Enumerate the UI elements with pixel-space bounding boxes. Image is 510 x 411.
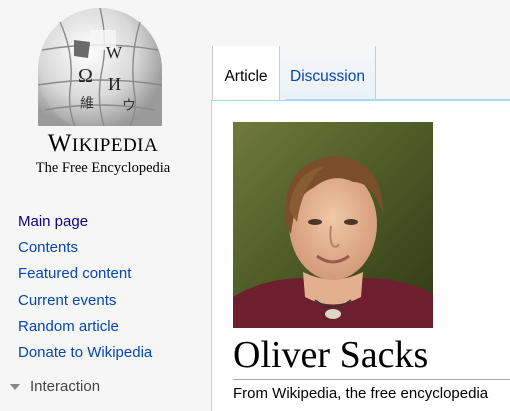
wordmark-text: WIKIPEDIA [47, 130, 159, 157]
sidebar-section-interaction[interactable]: Interaction [10, 378, 100, 395]
sidebar-item-label[interactable]: Main page [18, 213, 88, 230]
sidebar-item-label[interactable]: Donate to Wikipedia [18, 344, 152, 361]
page-title: Oliver Sacks [233, 334, 429, 376]
globe-glyph: W [106, 43, 123, 62]
tab-article[interactable]: Article [212, 46, 280, 100]
title-divider [233, 379, 510, 380]
sidebar-item-main-page[interactable]: Main page [18, 213, 88, 230]
sidebar-item-cut-off[interactable] [34, 403, 64, 409]
globe-glyph: 維 [80, 96, 94, 112]
page-subtitle: From Wikipedia, the free encyclopedia [233, 385, 489, 402]
sidebar-item-current-events[interactable]: Current events [18, 292, 116, 309]
sidebar-item-label[interactable]: Featured content [18, 265, 131, 282]
wikipedia-logo[interactable]: Ω W И 維 ウ WIKIPEDIA The Free Encyclopedi… [0, 0, 206, 196]
sidebar-item-label[interactable]: Random article [18, 318, 119, 335]
article-content: Oliver Sacks From Wikipedia, the free en… [211, 100, 510, 411]
globe-glyph: Ω [78, 65, 93, 87]
sidebar-section-label: Interaction [30, 378, 101, 395]
wikipedia-tagline: The Free Encyclopedia [35, 160, 171, 176]
sidebar-item-contents[interactable]: Contents [18, 239, 78, 256]
puzzle-globe-icon: Ω W И 維 ウ [37, 7, 163, 126]
tab-label: Article [224, 68, 268, 85]
portrait-image[interactable] [233, 122, 433, 328]
sidebar-item-random-article[interactable]: Random article [18, 318, 119, 335]
sidebar-item-featured-content[interactable]: Featured content [18, 265, 131, 282]
globe-glyph: ウ [122, 98, 136, 114]
page-tabs: Article Discussion [206, 46, 510, 102]
tab-label: Discussion [290, 68, 365, 85]
tab-discussion[interactable]: Discussion [280, 46, 376, 100]
wikipedia-wordmark: WIKIPEDIA [0, 130, 206, 158]
sidebar-item-donate[interactable]: Donate to Wikipedia [18, 344, 152, 361]
sidebar-item-label[interactable]: Contents [18, 239, 78, 256]
collapse-triangle-icon [10, 383, 20, 390]
globe-glyph: И [108, 74, 121, 94]
sidebar-item-label[interactable]: Current events [18, 292, 116, 309]
